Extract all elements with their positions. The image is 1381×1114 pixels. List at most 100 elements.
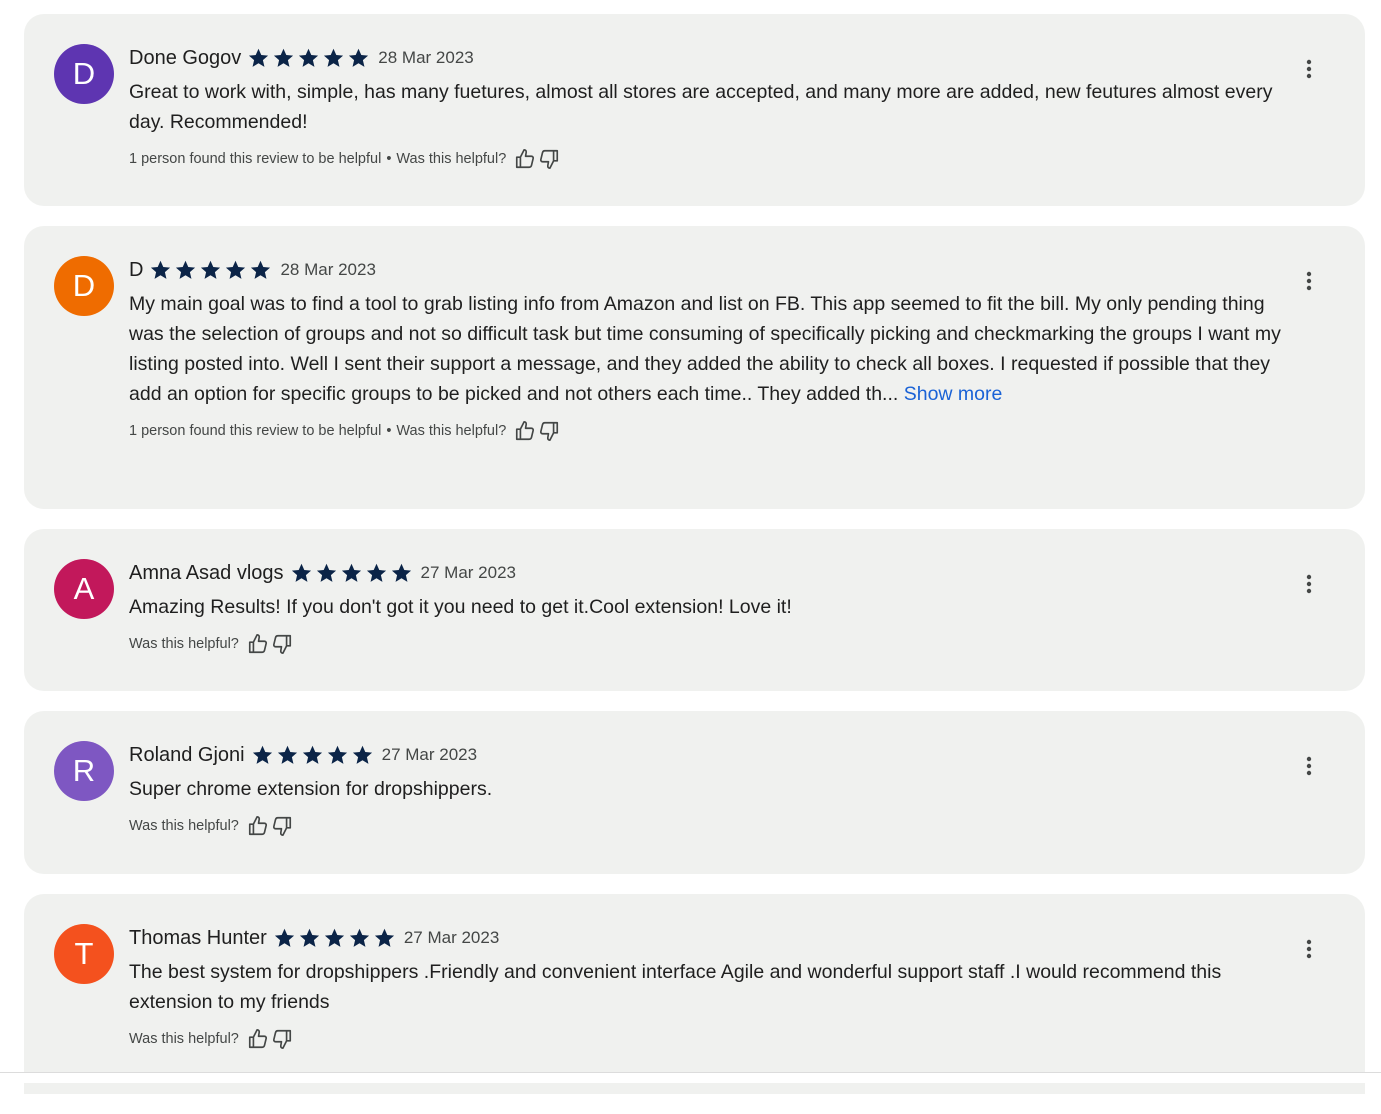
review-date: 27 Mar 2023 [403,928,500,947]
thumbs-up-icon[interactable] [247,633,269,655]
star-rating [273,927,398,950]
separator-dot: • [386,151,392,167]
review-header: Done Gogov 28 Mar 2023 [129,45,1285,71]
review-text-body: The best system for dropshippers .Friend… [129,961,1222,1013]
star-icon [324,48,344,67]
avatar: D [54,256,114,316]
avatar: T [54,924,114,984]
helpful-prompt: Was this helpful? [396,423,507,439]
review-content: Thomas Hunter 27 Mar 2023 The best syste… [129,925,1285,1051]
more-options-icon[interactable] [1297,754,1321,778]
helpful-prompt: Was this helpful? [129,636,239,652]
review-header: Amna Asad vlogs 27 Mar 2023 [129,560,1285,586]
review-content: Roland Gjoni 27 Mar 2023 Super chrome ex… [129,742,1285,838]
star-icon [349,928,369,947]
review-text: The best system for dropshippers .Friend… [129,957,1285,1017]
helpful-line: Was this helpful? [129,814,1285,838]
review-text-body: My main goal was to find a tool to grab … [129,293,1281,405]
review-header: Thomas Hunter 27 Mar 2023 [129,925,1285,951]
avatar: D [54,44,114,104]
avatar: R [54,741,114,801]
thumbs-up-icon[interactable] [247,1028,269,1050]
review-header: D 28 Mar 2023 [129,257,1285,283]
helpful-count: 1 person found this review to be helpful [129,423,382,439]
helpful-count: 1 person found this review to be helpful [129,151,382,167]
star-icon [299,928,319,947]
thumbs-down-icon[interactable] [271,1028,293,1050]
review-card: R Roland Gjoni 27 Mar 2023 Super chrome … [24,711,1365,874]
star-icon [274,928,294,947]
thumbs-up-icon[interactable] [514,420,536,442]
more-options-icon[interactable] [1297,937,1321,961]
review-text-body: Amazing Results! If you don't got it you… [129,596,792,618]
star-icon [341,563,361,582]
star-icon [352,745,372,764]
star-icon [277,745,297,764]
star-icon [302,745,322,764]
thumbs-up-icon[interactable] [247,815,269,837]
more-options-icon[interactable] [1297,57,1321,81]
show-more-link[interactable]: Show more [904,383,1003,405]
review-text: Great to work with, simple, has many fue… [129,77,1285,137]
thumbs-down-icon[interactable] [271,633,293,655]
star-icon [366,563,386,582]
star-icon [374,928,394,947]
star-icon [299,48,319,67]
star-rating [149,259,274,282]
star-icon [151,260,171,279]
reviewer-name: Amna Asad vlogs [129,561,284,584]
helpful-line: Was this helpful? [129,1027,1285,1051]
star-icon [176,260,196,279]
review-date: 28 Mar 2023 [280,260,376,279]
review-card: D Done Gogov 28 Mar 2023 Great to work w… [24,14,1365,206]
review-card: A Amna Asad vlogs 27 Mar 2023 Amazing Re… [24,529,1365,691]
star-icon [274,48,294,67]
helpful-line: Was this helpful? [129,632,1285,656]
review-text-body: Super chrome extension for dropshippers. [129,778,493,800]
helpful-prompt: Was this helpful? [129,1031,239,1047]
thumbs-down-icon[interactable] [538,420,560,442]
review-card: D D 28 Mar 2023 My main goal was to find… [24,226,1365,509]
more-options-icon[interactable] [1297,269,1321,293]
reviewer-name: Roland Gjoni [129,743,245,766]
star-rating [251,744,376,767]
review-date: 27 Mar 2023 [420,563,516,582]
review-text: My main goal was to find a tool to grab … [129,289,1285,409]
star-rating [247,47,372,70]
helpful-prompt: Was this helpful? [396,151,507,167]
helpful-prompt: Was this helpful? [129,818,239,834]
review-content: Done Gogov 28 Mar 2023 Great to work wit… [129,45,1285,171]
review-date: 28 Mar 2023 [378,48,474,67]
more-options-icon[interactable] [1297,572,1321,596]
review-date: 27 Mar 2023 [381,745,478,764]
helpful-line: 1 person found this review to be helpful… [129,419,1285,443]
avatar: A [54,559,114,619]
star-icon [327,745,347,764]
reviewer-name: Thomas Hunter [129,926,267,949]
thumbs-down-icon[interactable] [538,148,560,170]
reviewer-name: Done Gogov [129,46,242,69]
star-icon [291,563,311,582]
review-text-body: Great to work with, simple, has many fue… [129,81,1273,133]
star-icon [391,563,411,582]
star-icon [316,563,336,582]
review-text: Super chrome extension for dropshippers. [129,774,1285,804]
review-card: T Thomas Hunter 27 Mar 2023 The best sys… [24,894,1365,1094]
thumbs-down-icon[interactable] [271,815,293,837]
star-rating [290,562,415,585]
review-list: D Done Gogov 28 Mar 2023 Great to work w… [24,14,1365,1114]
star-icon [349,48,369,67]
review-header: Roland Gjoni 27 Mar 2023 [129,742,1285,768]
reviewer-name: D [129,258,144,281]
star-icon [226,260,246,279]
star-icon [201,260,221,279]
bottom-divider [0,1072,1381,1083]
thumbs-up-icon[interactable] [514,148,536,170]
review-content: D 28 Mar 2023 My main goal was to find a… [129,257,1285,443]
separator-dot: • [386,423,392,439]
star-icon [324,928,344,947]
star-icon [252,745,272,764]
star-icon [249,48,269,67]
review-content: Amna Asad vlogs 27 Mar 2023 Amazing Resu… [129,560,1285,656]
star-icon [251,260,271,279]
